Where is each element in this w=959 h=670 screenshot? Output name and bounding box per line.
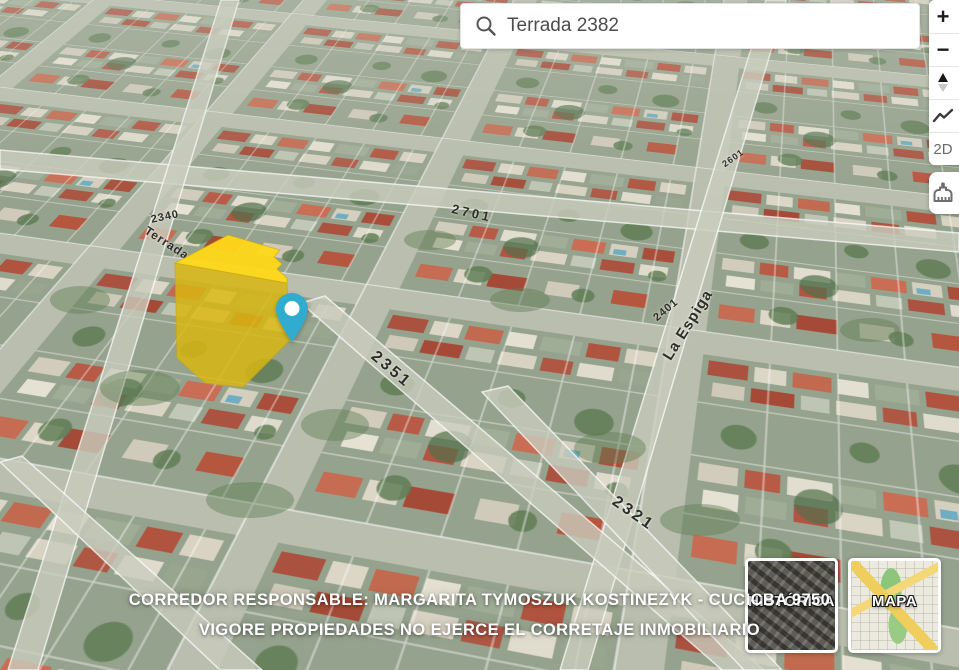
search-icon (475, 15, 497, 37)
search-bar (460, 3, 920, 49)
zoom-in-button[interactable]: + (929, 0, 959, 33)
map-controls-panel: + − 2D (929, 0, 959, 165)
compass-button[interactable] (929, 66, 959, 99)
brush-tool-button[interactable] (929, 172, 959, 214)
elevation-profile-button[interactable] (929, 99, 959, 132)
zoom-out-button[interactable]: − (929, 33, 959, 66)
layer-thumb-mapa-label: MAPA (851, 593, 938, 610)
search-input[interactable] (497, 15, 919, 37)
map-viewer-window: 27012340Terrada26012401La Espiga23512321… (0, 0, 959, 670)
location-pin[interactable] (272, 292, 312, 344)
brush-icon (932, 181, 954, 205)
compass-icon (935, 71, 951, 95)
layer-thumb-historica[interactable]: HISTÓRICA (745, 558, 838, 653)
line-chart-icon (932, 108, 954, 124)
layer-thumb-mapa[interactable]: MAPA (848, 558, 941, 653)
toggle-2d-button[interactable]: 2D (929, 132, 959, 165)
layer-thumb-historica-label: HISTÓRICA (748, 593, 835, 610)
